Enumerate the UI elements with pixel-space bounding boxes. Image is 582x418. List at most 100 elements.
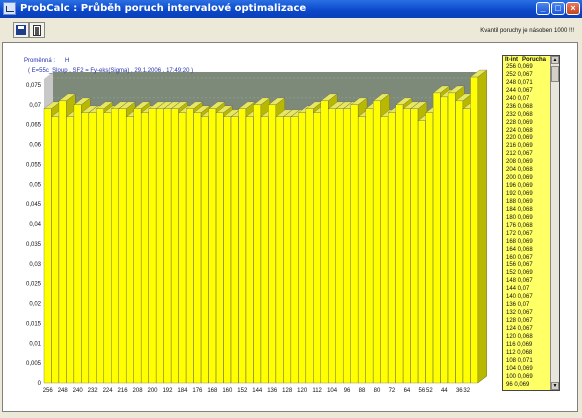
bar (425, 112, 434, 384)
list-item[interactable]: 100 0,069 (503, 374, 552, 382)
list-rows: 256 0,069 252 0,067 248 0,071 244 0,067 240 … (503, 64, 552, 389)
list-item[interactable]: 144 0,07 (503, 286, 552, 294)
bar (148, 108, 157, 384)
bar (245, 116, 254, 384)
x-tick-label: 240 (73, 388, 84, 394)
list-item[interactable]: 108 0,071 (503, 358, 552, 366)
bar (365, 108, 374, 384)
x-tick-label: 104 (327, 388, 338, 394)
bar (447, 92, 456, 384)
list-item[interactable]: 252 0,067 (503, 72, 552, 80)
list-item[interactable]: 228 0,069 (503, 120, 552, 128)
scroll-up-icon[interactable]: ▲ (551, 56, 559, 64)
y-tick-label: 0,02 (29, 302, 41, 308)
bar (455, 100, 463, 384)
y-tick-label: 0,06 (29, 143, 41, 149)
list-item[interactable]: 188 0,069 (503, 199, 552, 207)
list-item[interactable]: 124 0,067 (503, 326, 552, 334)
bar (388, 112, 396, 384)
bar (73, 104, 82, 384)
list-item[interactable]: 96 0,069 (503, 382, 552, 390)
list-item[interactable]: 180 0,069 (503, 215, 552, 223)
x-tick-label: 224 (103, 388, 114, 394)
bar (395, 104, 404, 384)
bar (200, 116, 209, 384)
scroll-down-icon[interactable]: ▼ (551, 382, 559, 390)
list-item[interactable]: 220 0,069 (503, 135, 552, 143)
x-tick-label: 144 (252, 388, 263, 394)
list-item[interactable]: 204 0,068 (503, 167, 552, 175)
scroll-thumb[interactable] (551, 66, 559, 82)
list-item[interactable]: 160 0,067 (503, 255, 552, 263)
list-item[interactable]: 200 0,069 (503, 175, 552, 183)
list-item[interactable]: 236 0,068 (503, 104, 552, 112)
bar (230, 116, 239, 384)
x-tick-label: 88 (359, 388, 366, 394)
y-tick-label: 0,055 (26, 162, 42, 168)
list-item[interactable]: 120 0,068 (503, 334, 552, 342)
bar (193, 112, 202, 384)
y-tick-label: 0 (38, 381, 42, 387)
list-item[interactable]: 256 0,069 (503, 64, 552, 72)
list-item[interactable]: 104 0,069 (503, 366, 552, 374)
list-item[interactable]: 132 0,067 (503, 310, 552, 318)
x-tick-label: 128 (282, 388, 293, 394)
x-tick-label: 192 (162, 388, 173, 394)
list-item[interactable]: 168 0,069 (503, 239, 552, 247)
bar (260, 116, 269, 384)
bar (470, 76, 478, 384)
list-item[interactable]: 172 0,067 (503, 231, 552, 239)
bar (118, 108, 127, 384)
bar (163, 108, 172, 384)
list-item[interactable]: 152 0,069 (503, 270, 552, 278)
bar (126, 116, 134, 384)
bar (410, 108, 419, 384)
list-item[interactable]: 112 0,068 (503, 350, 552, 358)
x-tick-label: 152 (237, 388, 248, 394)
x-tick-label: 80 (374, 388, 381, 394)
x-tick-label: 112 (312, 388, 322, 394)
list-item[interactable]: 240 0,07 (503, 96, 552, 104)
y-tick-label: 0,03 (29, 262, 41, 268)
list-item[interactable]: 164 0,068 (503, 247, 552, 255)
list-item[interactable]: 192 0,069 (503, 191, 552, 199)
bar (223, 116, 232, 384)
source-label: ( E=55c_Sloup , SF2 = Fy-eks(Sigma) , 29… (28, 68, 194, 74)
value-list[interactable]: It-int Porucha 256 0,069 252 0,067 248 0,0… (502, 55, 560, 391)
list-item[interactable]: 136 0,07 (503, 302, 552, 310)
list-item[interactable]: 128 0,067 (503, 318, 552, 326)
list-item[interactable]: 216 0,069 (503, 143, 552, 151)
list-item[interactable]: 184 0,068 (503, 207, 552, 215)
x-tick-label: 208 (133, 388, 144, 394)
list-item[interactable]: 224 0,068 (503, 128, 552, 136)
bar (403, 108, 411, 384)
bar (358, 116, 366, 384)
y-tick-label: 0,07 (29, 103, 41, 109)
bar (58, 100, 67, 384)
list-item[interactable]: 248 0,071 (503, 80, 552, 88)
list-item[interactable]: 140 0,067 (503, 294, 552, 302)
bar (96, 108, 104, 384)
list-item[interactable]: 244 0,067 (503, 88, 552, 96)
list-scrollbar[interactable]: ▲ ▼ (550, 56, 559, 390)
bar-side (477, 69, 487, 384)
list-item[interactable]: 212 0,067 (503, 151, 552, 159)
list-item[interactable]: 196 0,069 (503, 183, 552, 191)
list-item[interactable]: 148 0,067 (503, 278, 552, 286)
bar (238, 108, 246, 384)
bar (186, 108, 194, 384)
x-tick-label: 36 (456, 388, 463, 394)
bar (103, 112, 112, 384)
list-item[interactable]: 232 0,068 (503, 112, 552, 120)
list-item[interactable]: 208 0,069 (503, 159, 552, 167)
bar (133, 108, 142, 384)
bar (275, 116, 284, 384)
list-header-failure: Porucha (522, 57, 547, 63)
y-tick-label: 0,01 (29, 341, 41, 347)
list-item[interactable]: 116 0,069 (503, 342, 552, 350)
x-tick-label: 52 (426, 388, 433, 394)
list-item[interactable]: 176 0,068 (503, 223, 552, 231)
list-item[interactable]: 156 0,067 (503, 262, 552, 270)
bar (111, 108, 119, 384)
y-tick-label: 0,075 (26, 83, 42, 89)
